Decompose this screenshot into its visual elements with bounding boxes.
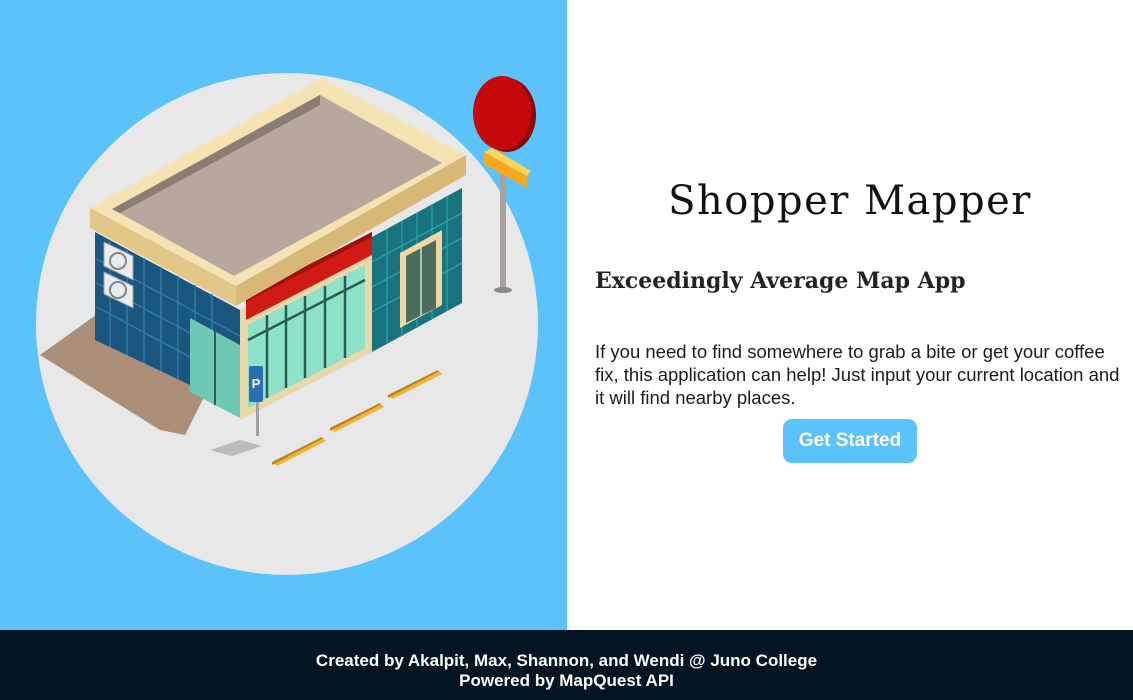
app-subtitle: Exceedingly Average Map App (595, 268, 966, 294)
app-title: Shopper Mapper (668, 178, 1032, 224)
store-illustration: P (36, 73, 538, 575)
illustration-panel: P (0, 0, 567, 630)
hero-section: P Shopper Mapper Exceedingly Average Map… (0, 0, 1133, 630)
footer-credits: Created by Akalpit, Max, Shannon, and We… (315, 651, 818, 670)
intro-panel: Shopper Mapper Exceedingly Average Map A… (567, 0, 1133, 630)
app-description: If you need to find somewhere to grab a … (595, 341, 1120, 408)
parking-sign-letter: P (252, 376, 261, 391)
get-started-button[interactable]: Get Started (783, 419, 917, 463)
footer: Created by Akalpit, Max, Shannon, and We… (0, 630, 1133, 700)
landing-page: P Shopper Mapper Exceedingly Average Map… (0, 0, 1133, 700)
footer-powered-by: Powered by MapQuest API (459, 671, 674, 690)
